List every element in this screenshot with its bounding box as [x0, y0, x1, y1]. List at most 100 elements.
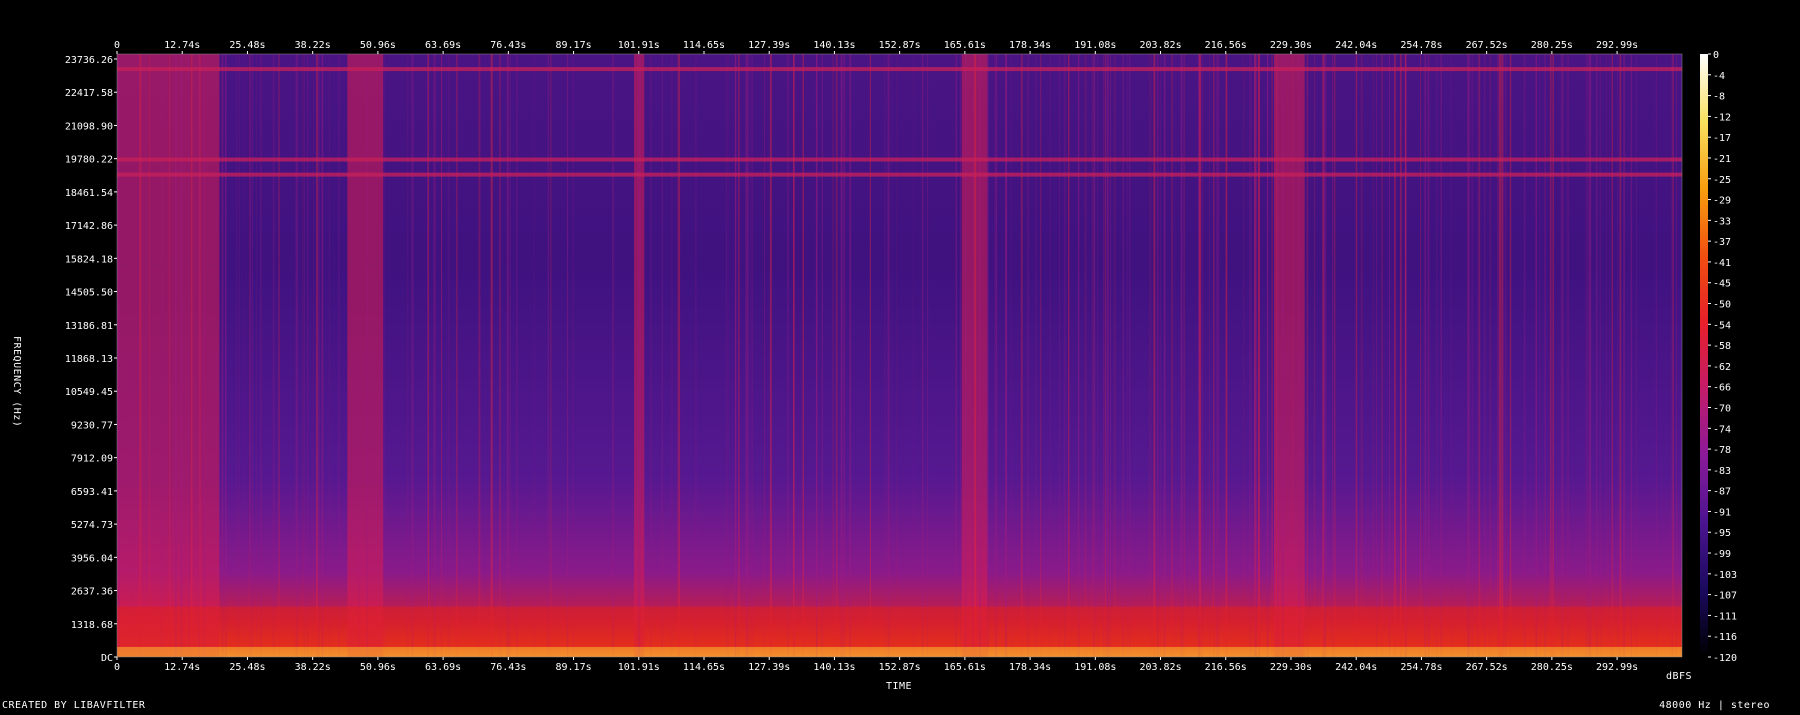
- spectral-streak: [994, 54, 996, 657]
- spectral-streak: [148, 54, 150, 657]
- y-tick-label: 22417.58: [65, 88, 113, 99]
- spectral-streak: [427, 54, 429, 657]
- colorbar-tick-label: -58: [1713, 341, 1731, 352]
- spectral-streak: [1630, 54, 1632, 657]
- colorbar-tick-label: -70: [1713, 403, 1731, 414]
- spectral-streak: [1611, 54, 1612, 657]
- colorbar-tick-label: -83: [1713, 466, 1731, 477]
- spectral-streak: [498, 54, 500, 657]
- spectral-streak: [1153, 54, 1156, 657]
- spectral-streak: [1427, 54, 1429, 657]
- spectral-streak: [1122, 54, 1124, 657]
- spectral-streak: [836, 54, 838, 657]
- x-tick-label-bottom: 165.61s: [944, 662, 986, 673]
- spectral-streak: [1436, 54, 1438, 657]
- spectral-streak: [411, 54, 414, 657]
- spectral-streak: [887, 54, 890, 657]
- x-tick-label-bottom: 12.74s: [164, 662, 200, 673]
- spectral-streak: [1171, 54, 1173, 657]
- spectral-streak: [1163, 54, 1166, 657]
- spectral-streak: [119, 54, 120, 657]
- x-tick-label-bottom: 38.22s: [295, 662, 331, 673]
- spectral-streak: [1623, 54, 1626, 657]
- spectral-streak: [313, 54, 314, 657]
- spectral-streak: [676, 54, 678, 657]
- spectral-streak: [427, 54, 428, 657]
- spectral-streak: [1484, 54, 1486, 657]
- spectral-streak: [1182, 54, 1185, 657]
- x-tick-label-top: 254.78s: [1400, 40, 1442, 51]
- spectral-streak: [746, 54, 749, 657]
- x-tick-label-bottom: 229.30s: [1270, 662, 1312, 673]
- spectral-streak: [433, 54, 436, 657]
- spectral-streak: [1497, 54, 1499, 657]
- spectral-streak: [188, 54, 190, 657]
- spectral-streak: [1308, 54, 1310, 657]
- colorbar-tick-label: -62: [1713, 362, 1731, 373]
- y-tick-label: 13186.81: [65, 321, 113, 332]
- spectral-streak: [1636, 54, 1638, 657]
- spectral-streak: [1450, 54, 1453, 657]
- spectral-streak: [1394, 54, 1396, 657]
- spectral-streak: [1440, 54, 1443, 657]
- spectral-streak: [1292, 54, 1294, 657]
- y-tick-label: 6593.41: [71, 487, 113, 498]
- colorbar-tick-label: -17: [1713, 133, 1731, 144]
- spectral-streak: [1271, 54, 1273, 657]
- spectral-streak: [236, 54, 237, 657]
- spectral-streak: [117, 54, 120, 657]
- x-tick-label-bottom: 292.99s: [1596, 662, 1638, 673]
- spectral-streak: [964, 54, 967, 657]
- spectral-streak: [318, 54, 320, 657]
- spectral-streak: [550, 54, 552, 657]
- spectral-streak: [1126, 54, 1128, 657]
- spectral-streak: [1103, 54, 1105, 657]
- spectral-streak: [650, 54, 652, 657]
- x-tick-label-bottom: 191.08s: [1074, 662, 1116, 673]
- x-tick-label-top: 101.91s: [618, 40, 660, 51]
- spectral-streak: [566, 54, 569, 657]
- spectral-streak: [787, 54, 789, 657]
- spectral-streak: [1266, 54, 1269, 657]
- spectral-streak: [383, 54, 385, 657]
- spectral-streak: [316, 54, 319, 657]
- x-tick-label-top: 140.13s: [813, 40, 855, 51]
- spectral-streak: [1676, 54, 1677, 657]
- spectral-streak: [1254, 54, 1256, 657]
- spectral-streak: [1544, 54, 1547, 657]
- spectral-streak: [1471, 54, 1474, 657]
- spectral-streak: [995, 54, 998, 657]
- spectral-streak: [671, 54, 673, 657]
- y-tick-label: 5274.73: [71, 520, 113, 531]
- y-tick-label: 18461.54: [65, 188, 113, 199]
- spectral-streak: [869, 54, 871, 657]
- bass-energy: [117, 646, 1682, 657]
- colorbar-tick-label: -99: [1713, 549, 1731, 560]
- spectral-streak: [1355, 54, 1358, 657]
- colorbar-tick-label: -120: [1713, 653, 1737, 664]
- x-tick-label-top: 76.43s: [490, 40, 526, 51]
- y-tick-label: 21098.90: [65, 121, 113, 132]
- spectral-streak: [769, 54, 772, 657]
- spectral-streak: [1314, 54, 1316, 657]
- spectral-streak: [678, 54, 681, 657]
- spectral-streak: [359, 54, 360, 657]
- credit-text: CREATED BY LIBAVFILTER: [2, 700, 146, 711]
- colorbar-tick-label: -45: [1713, 279, 1731, 290]
- spectral-streak: [308, 54, 309, 657]
- spectral-streak: [1477, 54, 1479, 657]
- colorbar-tick-label: 0: [1713, 50, 1719, 61]
- spectral-streak: [1093, 54, 1096, 657]
- spectral-streak: [168, 54, 170, 657]
- spectral-streak: [499, 54, 501, 657]
- spectral-streak: [161, 54, 164, 657]
- spectral-streak: [1549, 54, 1552, 657]
- spectral-streak: [979, 54, 982, 657]
- spectral-streak: [727, 54, 729, 657]
- y-tick-label: 7912.09: [71, 454, 113, 465]
- spectral-streak: [1156, 54, 1159, 657]
- y-tick-label: 3956.04: [71, 553, 113, 564]
- spectral-streak: [256, 54, 258, 657]
- spectral-streak: [222, 54, 224, 657]
- spectral-streak: [1010, 54, 1012, 657]
